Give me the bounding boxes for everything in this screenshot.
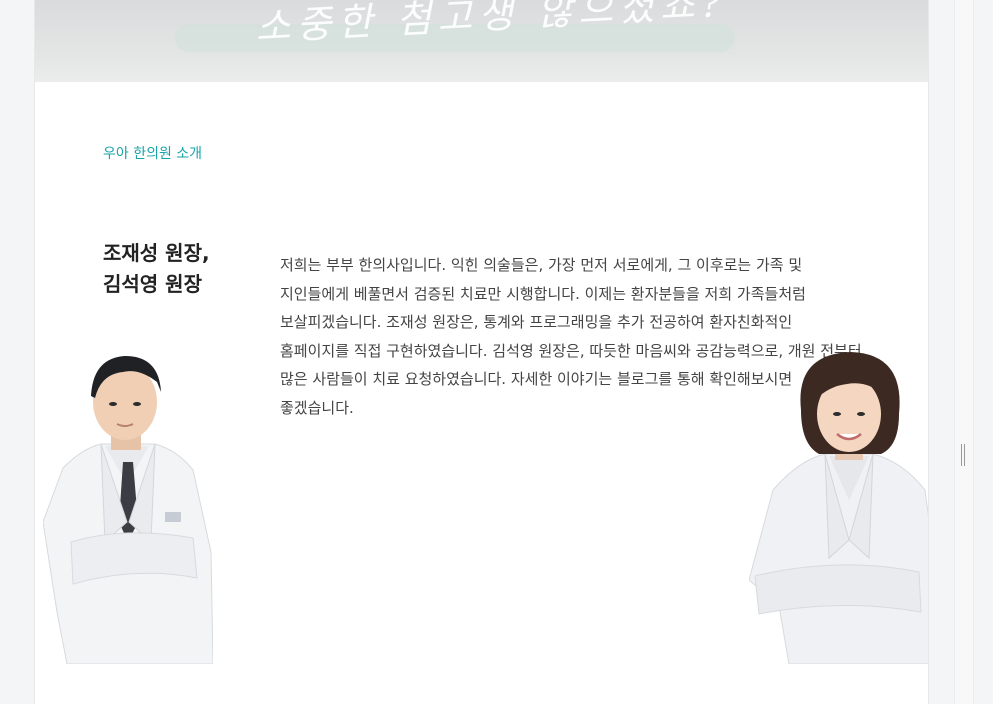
doctor-portrait-male-icon xyxy=(43,356,213,664)
section-label: 우아 한의원 소개 xyxy=(103,146,203,162)
title-line-1: 조재성 원장, xyxy=(103,241,210,265)
title-line-2: 김석영 원장 xyxy=(103,272,202,296)
side-scroll-track[interactable] xyxy=(954,0,974,704)
resize-grip-icon[interactable] xyxy=(960,444,966,466)
page-title: 조재성 원장, 김석영 원장 xyxy=(103,238,210,300)
doctor-portrait-female-icon xyxy=(749,352,928,664)
content-card: 소중한 첨고생 않으셨죠? 우아 한의원 소개 조재성 원장, 김석영 원장 저… xyxy=(34,0,929,704)
hero-banner: 소중한 첨고생 않으셨죠? xyxy=(35,0,928,82)
page: 소중한 첨고생 않으셨죠? 우아 한의원 소개 조재성 원장, 김석영 원장 저… xyxy=(0,0,993,704)
